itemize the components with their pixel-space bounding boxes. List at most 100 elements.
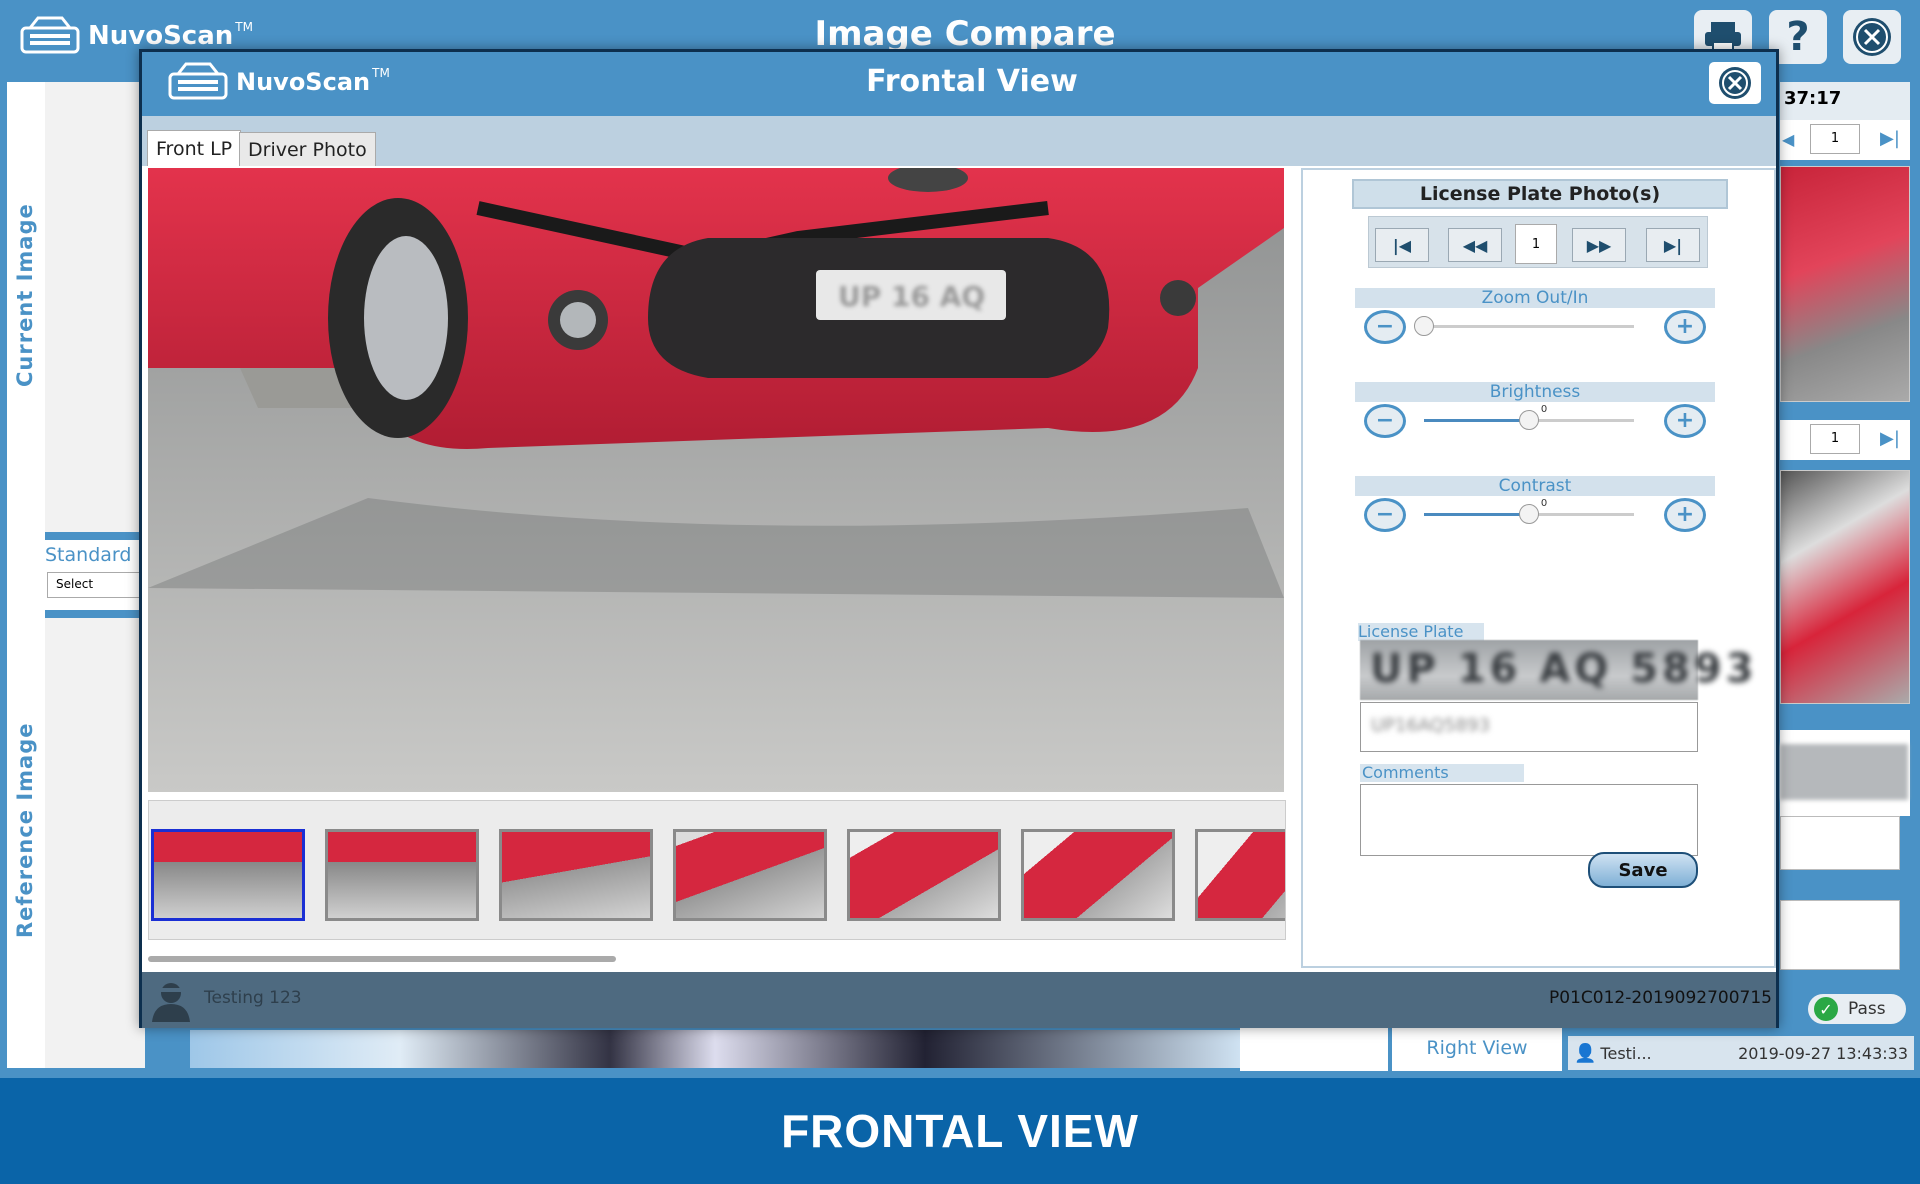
close-circle-icon (1853, 18, 1891, 56)
record-id: P01C012-2019092700715 (1549, 988, 1772, 1008)
bg-lp-blur (1780, 744, 1908, 800)
help-icon: ? (1786, 14, 1810, 60)
minus-icon: − (1375, 408, 1395, 433)
current-image-panel (45, 82, 145, 532)
contrast-increase-button[interactable]: + (1664, 498, 1706, 532)
frontal-view-dialog: NuvoScan TM Frontal View Front LP Driver… (139, 49, 1779, 1028)
thumbnail[interactable] (151, 829, 305, 921)
contrast-slider-knob[interactable] (1519, 504, 1539, 524)
app-title: Image Compare (814, 14, 1116, 54)
first-page-icon: |◀ (1392, 235, 1412, 255)
comments-input[interactable] (1360, 784, 1698, 856)
user-avatar-icon (152, 983, 190, 1022)
status-user-name: Testing 123 (204, 988, 302, 1008)
tab-front-lp[interactable]: Front LP (147, 130, 242, 166)
brightness-label: Brightness (1355, 382, 1715, 402)
vehicle-front-photo: UP 16 AQ (148, 168, 1284, 792)
standard-label: Standard (45, 544, 132, 566)
first-page-button[interactable]: |◀ (1375, 228, 1429, 262)
thumbnail[interactable] (325, 829, 479, 921)
check-icon: ✓ (1814, 997, 1838, 1021)
save-button[interactable]: Save (1588, 852, 1698, 888)
reference-image-panel (45, 618, 145, 1068)
fast-forward-icon: ▶▶ (1586, 235, 1612, 255)
standard-select[interactable]: Select (47, 572, 145, 598)
dialog-title: Frontal View (866, 64, 1078, 99)
dialog-logo: NuvoScan TM (168, 60, 390, 104)
thumbnail[interactable] (1021, 829, 1175, 921)
bg-timestamp: 2019-09-27 13:43:33 (1738, 1043, 1908, 1063)
footer-caption: FRONTAL VIEW (0, 1078, 1920, 1184)
contrast-slider-fill (1424, 513, 1529, 516)
current-image-label: Current Image (13, 203, 37, 387)
main-vehicle-image[interactable]: UP 16 AQ (148, 168, 1284, 792)
zoom-slider-track[interactable] (1424, 325, 1634, 328)
bg-nav-mid: 1 ▶| (1780, 420, 1910, 460)
dialog-close-button[interactable] (1709, 62, 1761, 104)
car-scanner-logo-icon (168, 62, 228, 100)
thumbnail[interactable] (1195, 829, 1285, 921)
dialog-trademark: TM (372, 66, 390, 80)
standard-panel: Standard Select (7, 540, 145, 610)
bg-current-thumb (1780, 166, 1910, 402)
bg-spacer (1240, 1025, 1388, 1071)
rewind-icon: ◀◀ (1462, 235, 1488, 255)
license-plate-image-text: UP 16 AQ 5893 (1370, 646, 1758, 692)
minus-icon: − (1375, 314, 1395, 339)
last-page-button[interactable]: ▶| (1646, 228, 1700, 262)
plus-icon: + (1675, 502, 1695, 527)
bg-lp-field (1780, 816, 1900, 870)
trademark: TM (235, 20, 253, 34)
reference-image-label: Reference Image (13, 722, 37, 938)
license-plate-label: License Plate (1358, 623, 1484, 641)
time-readout: 37:17 (1780, 82, 1910, 120)
brightness-slider-fill (1424, 419, 1529, 422)
lp-photos-title: License Plate Photo(s) (1352, 179, 1728, 209)
comments-label: Comments (1360, 764, 1524, 782)
last-page-icon[interactable]: ▶| (1880, 128, 1900, 149)
brightness-slider-knob[interactable] (1519, 410, 1539, 430)
page-input-top[interactable]: 1 (1810, 124, 1860, 154)
plus-icon: + (1675, 408, 1695, 433)
zoom-slider-knob[interactable] (1414, 316, 1434, 336)
reference-undercarriage-image (190, 1030, 1240, 1068)
contrast-label: Contrast (1355, 476, 1715, 496)
car-scanner-logo-icon (20, 16, 80, 54)
page-input-mid[interactable]: 1 (1810, 424, 1860, 454)
zoom-out-button[interactable]: − (1364, 310, 1406, 344)
zoom-label: Zoom Out/In (1355, 288, 1715, 308)
bg-comments-field (1780, 900, 1900, 970)
user-icon: 👤 (1574, 1042, 1597, 1064)
last-page-mid-icon[interactable]: ▶| (1880, 428, 1900, 449)
tab-driver-photo[interactable]: Driver Photo (239, 132, 376, 166)
minus-icon: − (1375, 502, 1395, 527)
thumbnail[interactable] (499, 829, 653, 921)
app-close-button[interactable] (1843, 10, 1901, 64)
license-plate-input[interactable]: UP16AQ5893 (1360, 702, 1698, 752)
contrast-decrease-button[interactable]: − (1364, 498, 1406, 532)
thumbnail-strip (148, 800, 1286, 940)
bg-lp-preview (1780, 730, 1910, 816)
thumbnail-scrollbar[interactable] (148, 956, 616, 962)
right-view-button[interactable]: Right View (1392, 1025, 1562, 1071)
last-page-icon: ▶| (1663, 235, 1683, 255)
tab-bar (142, 116, 1776, 166)
app-brand: NuvoScan (88, 21, 234, 51)
thumbnail[interactable] (673, 829, 827, 921)
plus-icon: + (1675, 314, 1695, 339)
pass-button[interactable]: ✓ Pass (1806, 992, 1908, 1026)
bg-nav-top: ◀ 1 ▶| (1780, 120, 1910, 160)
dialog-brand: NuvoScan (236, 68, 371, 96)
license-plate-crop-image: UP 16 AQ 5893 (1360, 640, 1758, 700)
prev-icon[interactable]: ◀ (1782, 130, 1794, 149)
zoom-in-button[interactable]: + (1664, 310, 1706, 344)
svg-text:UP 16 AQ: UP 16 AQ (838, 280, 985, 313)
thumbnail[interactable] (847, 829, 1001, 921)
brightness-decrease-button[interactable]: − (1364, 404, 1406, 438)
brightness-increase-button[interactable]: + (1664, 404, 1706, 438)
bg-user-name: Testi... (1600, 1043, 1652, 1063)
prev-page-button[interactable]: ◀◀ (1448, 228, 1502, 262)
page-number-input[interactable]: 1 (1515, 224, 1557, 264)
bg-status-row: 👤 Testi... 2019-09-27 13:43:33 (1568, 1036, 1914, 1070)
next-page-button[interactable]: ▶▶ (1572, 228, 1626, 262)
